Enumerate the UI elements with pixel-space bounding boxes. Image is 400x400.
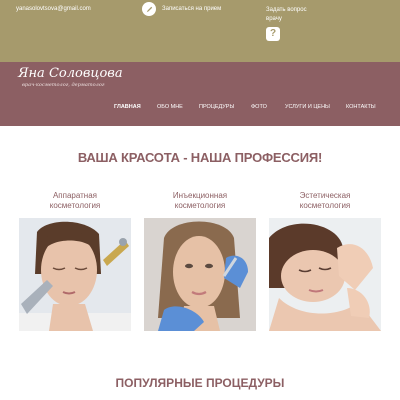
aesthetic-cosmetology-photo[interactable] — [269, 218, 381, 331]
card-title-line1: Аппаратная — [52, 191, 98, 200]
service-card-hardware[interactable]: Аппаратная косметология — [19, 191, 131, 331]
service-card-aesthetic[interactable]: Эстетическая косметология — [269, 191, 381, 331]
card-title-line2: косметология — [299, 201, 351, 210]
card-title: Эстетическая косметология — [269, 191, 381, 213]
menu-item-home[interactable]: ГЛАВНАЯ — [114, 104, 141, 110]
popular-procedures-title: ПОПУЛЯРНЫЕ ПРОЦЕДУРЫ — [115, 376, 285, 390]
menu-item-services-prices[interactable]: УСЛУГИ И ЦЕНЫ — [285, 104, 330, 110]
card-title: Аппаратная косметология — [19, 191, 131, 213]
service-card-injection[interactable]: Инъекционная косметология — [144, 191, 256, 331]
menu-item-contacts[interactable]: КОНТАКТЫ — [346, 104, 376, 110]
menu-item-photo[interactable]: ФОТО — [251, 104, 267, 110]
hardware-cosmetology-photo[interactable] — [19, 218, 131, 331]
contact-email-link[interactable]: yanasolovtsova@gmail.com — [16, 6, 91, 12]
injection-cosmetology-photo[interactable] — [144, 218, 256, 331]
signup-button[interactable]: Записаться на прием — [142, 2, 221, 16]
pen-icon — [142, 2, 156, 16]
signup-label: Записаться на прием — [162, 6, 222, 12]
card-title-line2: косметология — [174, 201, 226, 210]
menu-item-about[interactable]: ОБО МНЕ — [157, 104, 183, 110]
menu-item-procedures[interactable]: ПРОЦЕДУРЫ — [199, 104, 234, 110]
brand-subtitle: врач-косметолог, дерматолог — [22, 82, 105, 88]
hero-title: ВАША КРАСОТА - НАША ПРОФЕССИЯ! — [77, 150, 323, 165]
question-icon[interactable]: ? — [266, 27, 280, 41]
ask-question-sub: врачу — [266, 16, 282, 22]
card-title-line1: Эстетическая — [299, 191, 351, 200]
card-title: Инъекционная косметология — [144, 191, 256, 213]
card-title-line2: косметология — [49, 201, 101, 210]
brand-name[interactable]: Яна Соловцова — [18, 66, 123, 81]
main-menu: ГЛАВНАЯ ОБО МНЕ ПРОЦЕДУРЫ ФОТО УСЛУГИ И … — [0, 104, 400, 112]
ask-question-link[interactable]: Задать вопрос врачу — [266, 6, 307, 24]
ask-question-label: Задать вопрос — [266, 7, 307, 13]
card-title-line1: Инъекционная — [172, 191, 228, 200]
